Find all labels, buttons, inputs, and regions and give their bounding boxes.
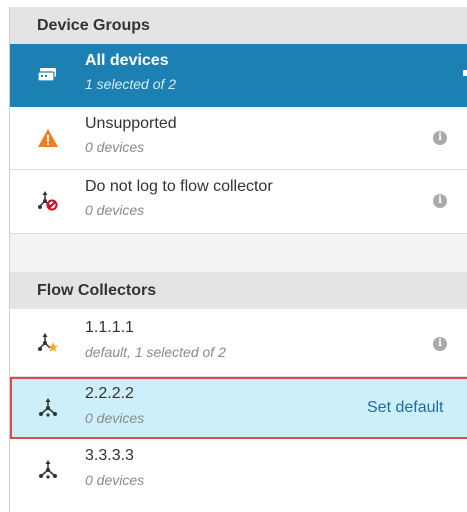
flow-collectors-title: Flow Collectors — [37, 282, 157, 299]
collector-item-2-2-2-2[interactable]: 2.2.2.2 0 devices Set default — [10, 379, 467, 437]
collector-item-detail: default, 1 selected of 2 — [85, 344, 226, 360]
group-item-label: All devices — [85, 52, 169, 69]
flow-collector-default-icon — [37, 332, 59, 354]
group-item-all-devices[interactable]: All devices 1 selected of 2 — [10, 44, 467, 107]
collector-item-3-3-3-3[interactable]: 3.3.3.3 0 devices — [10, 439, 467, 512]
device-groups-title: Device Groups — [37, 17, 150, 34]
group-item-unsupported[interactable]: Unsupported 0 devices i — [10, 107, 467, 170]
set-default-button[interactable]: Set default — [367, 399, 444, 417]
collector-item-1-1-1-1[interactable]: 1.1.1.1 default, 1 selected of 2 i — [10, 309, 467, 377]
info-icon[interactable]: i — [433, 194, 447, 208]
device-stack-icon — [37, 64, 59, 86]
collector-item-label: 1.1.1.1 — [85, 319, 134, 336]
device-groups-header: Device Groups — [10, 7, 467, 44]
group-item-count: 0 devices — [85, 139, 145, 155]
section-spacer — [10, 234, 467, 272]
group-item-count: 0 devices — [85, 202, 145, 218]
group-item-label: Do not log to flow collector — [85, 178, 273, 195]
warning-triangle-icon — [37, 127, 59, 149]
collector-item-label: 2.2.2.2 — [85, 385, 134, 402]
collector-item-label: 3.3.3.3 — [85, 447, 134, 464]
group-item-label: Unsupported — [85, 115, 177, 132]
collector-item-detail: 0 devices — [85, 472, 145, 488]
flow-collector-icon — [37, 397, 59, 419]
device-panel: Device Groups All devices 1 selected of … — [9, 7, 467, 512]
group-item-count: 1 selected of 2 — [85, 76, 177, 92]
info-icon[interactable]: i — [433, 131, 447, 145]
flow-collectors-header: Flow Collectors — [10, 272, 467, 309]
group-item-do-not-log[interactable]: Do not log to flow collector 0 devices i — [10, 170, 467, 234]
collector-item-detail: 0 devices — [85, 410, 145, 426]
info-icon[interactable]: i — [433, 337, 447, 351]
no-log-flow-icon — [37, 190, 59, 212]
chevron-right-icon — [463, 70, 467, 76]
flow-collector-icon — [37, 459, 59, 481]
